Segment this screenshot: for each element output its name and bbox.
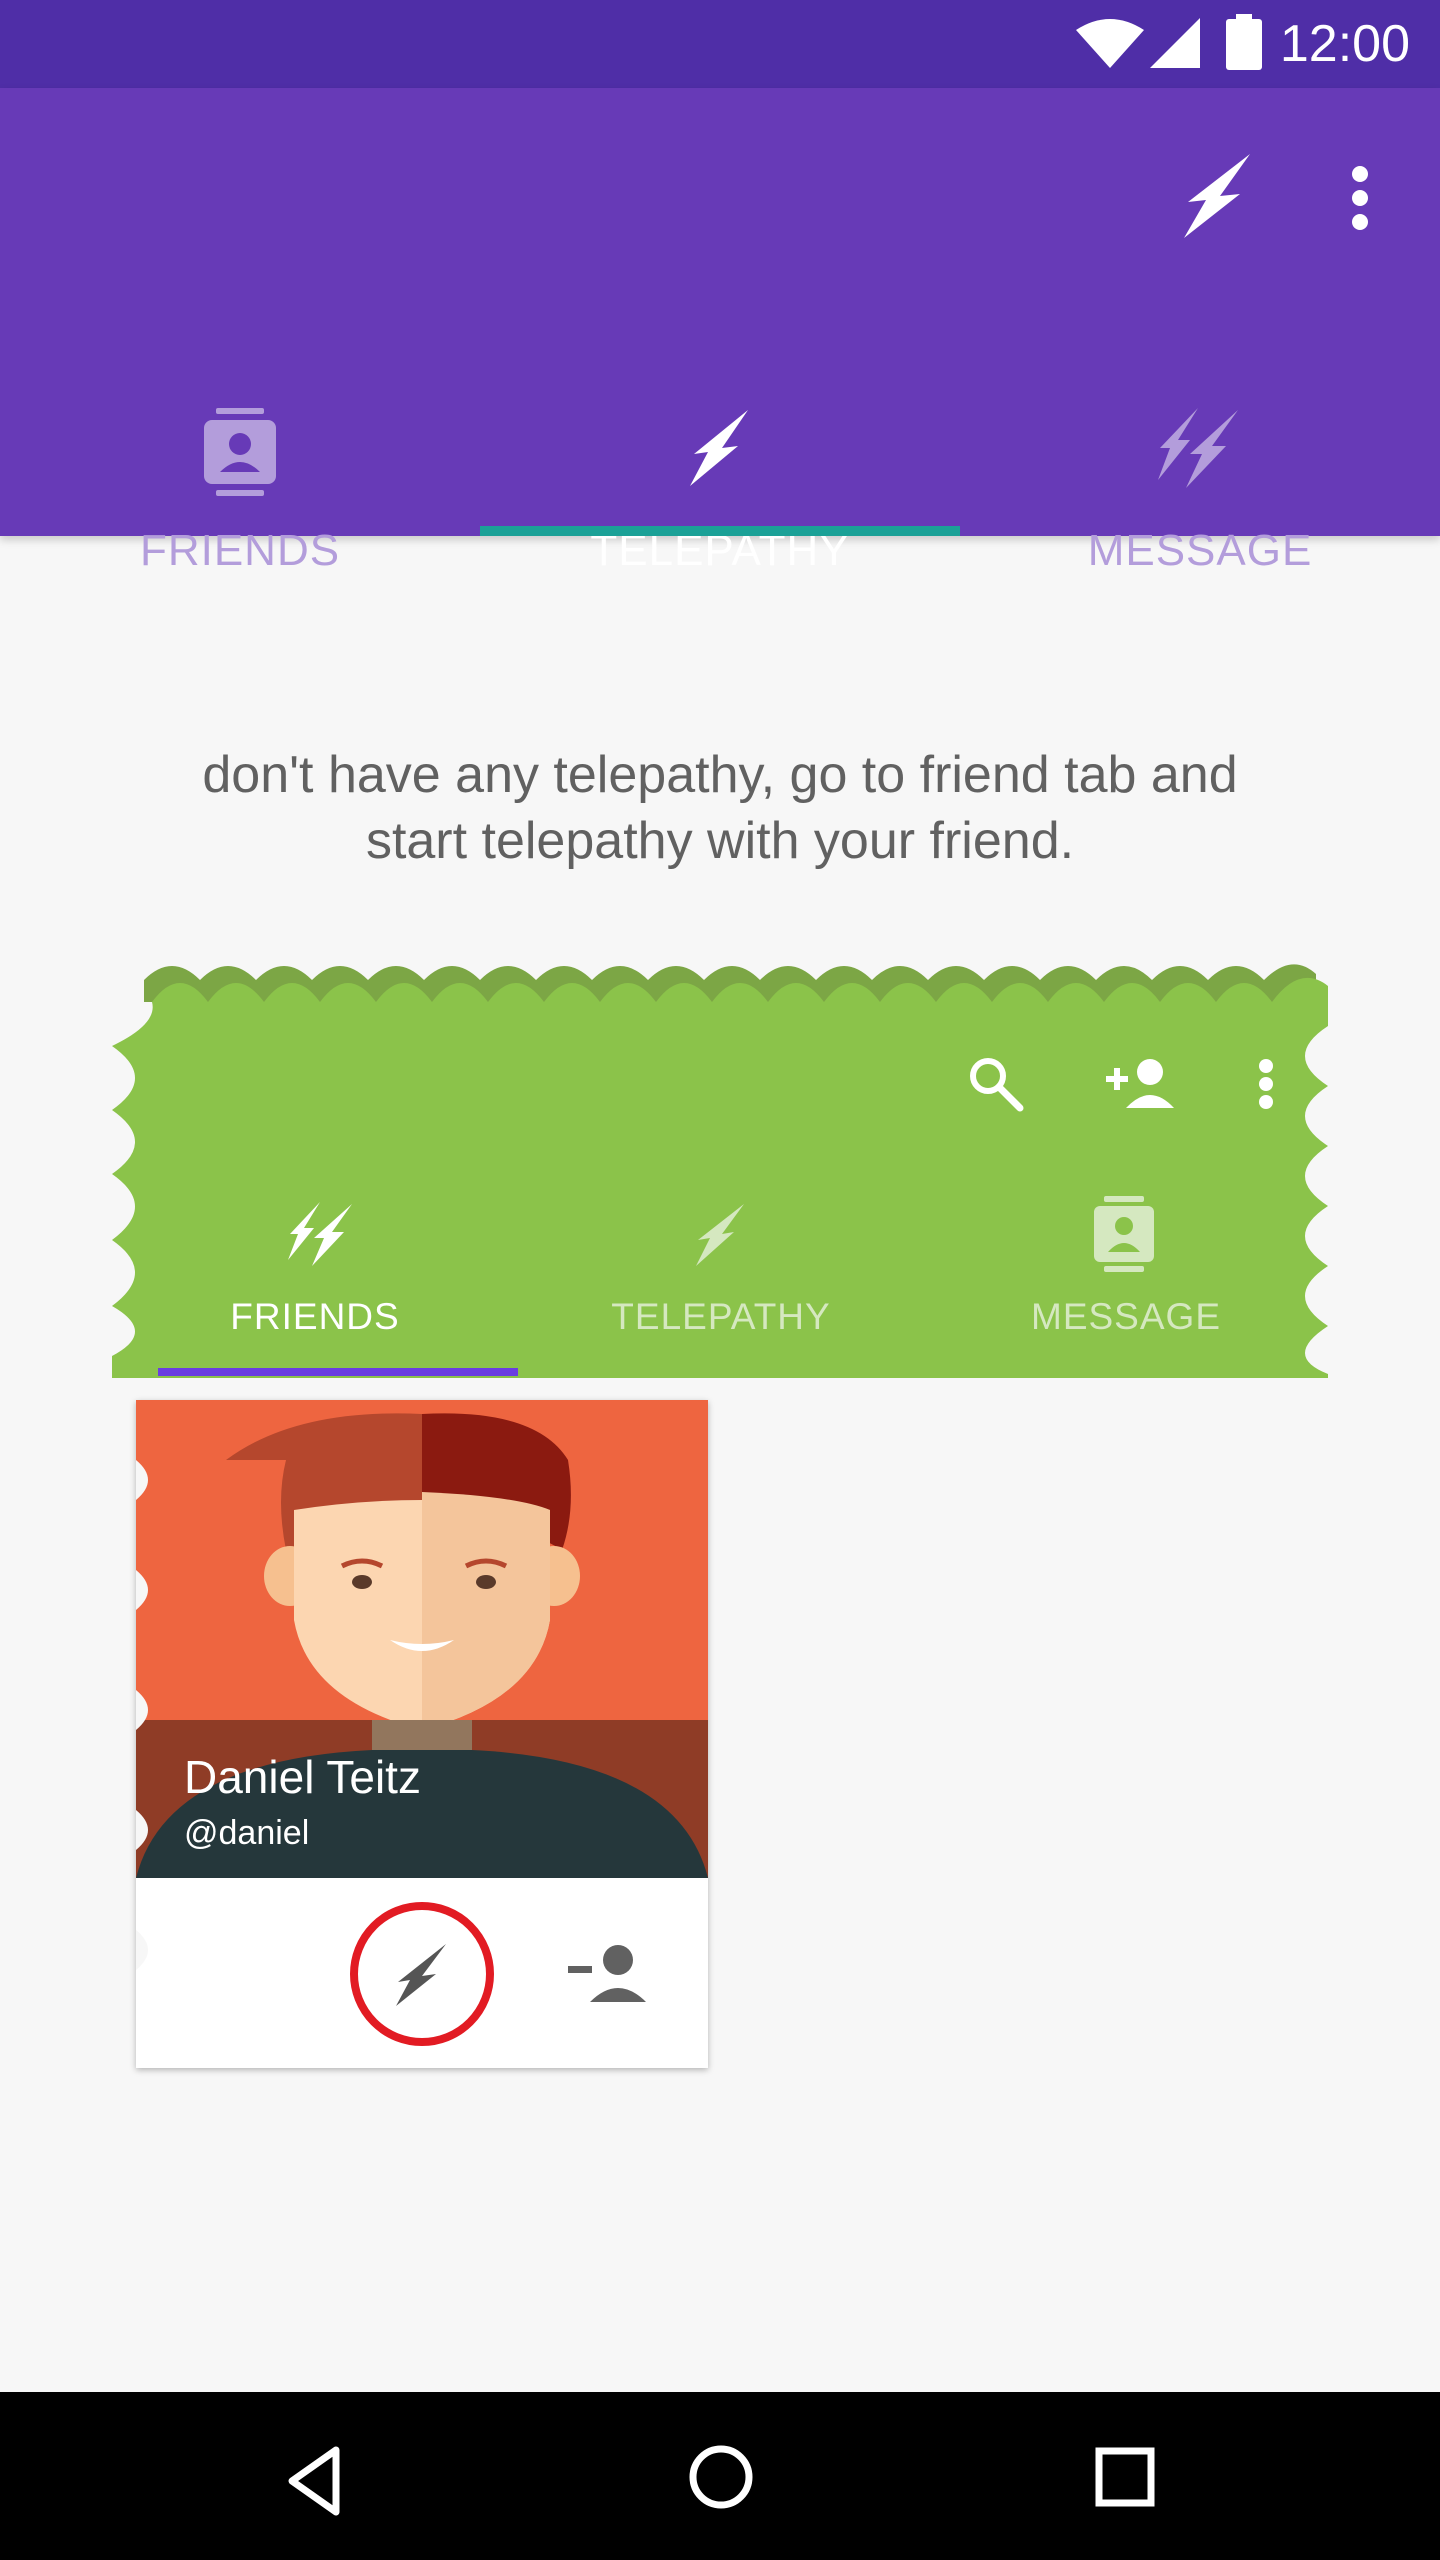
tab-telepathy[interactable]: TELEPATHY (480, 308, 960, 624)
empty-state-line-2: start telepathy with your friend. (365, 812, 1075, 870)
telepathy-action-button[interactable] (1160, 138, 1276, 254)
friend-card-actions (136, 1878, 708, 2068)
signal-icon (1150, 18, 1200, 68)
more-vert-icon (1352, 166, 1368, 230)
overflow-menu-button[interactable] (1320, 138, 1400, 254)
double-bolt-icon (288, 1202, 352, 1266)
person-add-icon (1106, 1059, 1174, 1108)
preview-tab-friends-label: FRIENDS (230, 1296, 400, 1337)
status-time: 12:00 (1279, 15, 1410, 73)
avatar-illustration (136, 1413, 708, 1878)
app-bar: FRIENDS TELEPATHY MESSAGE (0, 88, 1440, 575)
status-bar: 12:00 (0, 0, 1440, 88)
friend-avatar-photo: Daniel Teitz @daniel (136, 1400, 708, 1878)
start-telepathy-button[interactable] (374, 1926, 470, 2022)
telepathy-bolt-icon (1184, 154, 1250, 238)
back-button[interactable] (270, 2436, 360, 2526)
telepathy-bolt-icon (396, 1944, 446, 2006)
friend-name: Daniel Teitz (184, 1751, 421, 1803)
wavy-edge-decoration (136, 1460, 148, 1970)
tab-message[interactable]: MESSAGE (960, 308, 1440, 624)
contact-card-icon (1094, 1196, 1154, 1272)
friend-handle: @daniel (184, 1814, 310, 1852)
double-bolt-icon (1158, 408, 1238, 488)
remove-friend-icon (568, 1945, 646, 2002)
recents-icon (1095, 2447, 1155, 2507)
empty-state-message: don't have any telepathy, go to friend t… (120, 742, 1320, 874)
search-icon (970, 1058, 1024, 1112)
preview-tab-message-label: MESSAGE (1031, 1296, 1221, 1337)
more-vert-icon (1259, 1059, 1273, 1109)
tab-message-label: MESSAGE (1087, 526, 1313, 575)
friend-card: Daniel Teitz @daniel (136, 1400, 708, 2068)
home-icon (689, 2445, 753, 2509)
bolt-icon (696, 1204, 744, 1266)
home-button[interactable] (676, 2432, 766, 2522)
tab-friends[interactable]: FRIENDS (0, 308, 480, 624)
bolt-icon (690, 410, 748, 486)
recents-button[interactable] (1080, 2432, 1170, 2522)
empty-state-line-1: don't have any telepathy, go to friend t… (202, 746, 1238, 804)
contact-card-icon (204, 408, 276, 496)
preview-tab-telepathy-label: TELEPATHY (611, 1296, 831, 1337)
tab-indicator (480, 526, 960, 536)
wifi-icon (1076, 19, 1144, 68)
system-nav-bar (0, 2392, 1440, 2560)
tab-friends-label: FRIENDS (139, 526, 341, 575)
friends-tab-preview-image: FRIENDS TELEPATHY MESSAGE (112, 956, 1328, 1386)
battery-icon (1226, 14, 1262, 70)
back-icon (288, 2446, 340, 2516)
remove-friend-button[interactable] (554, 1930, 650, 2014)
